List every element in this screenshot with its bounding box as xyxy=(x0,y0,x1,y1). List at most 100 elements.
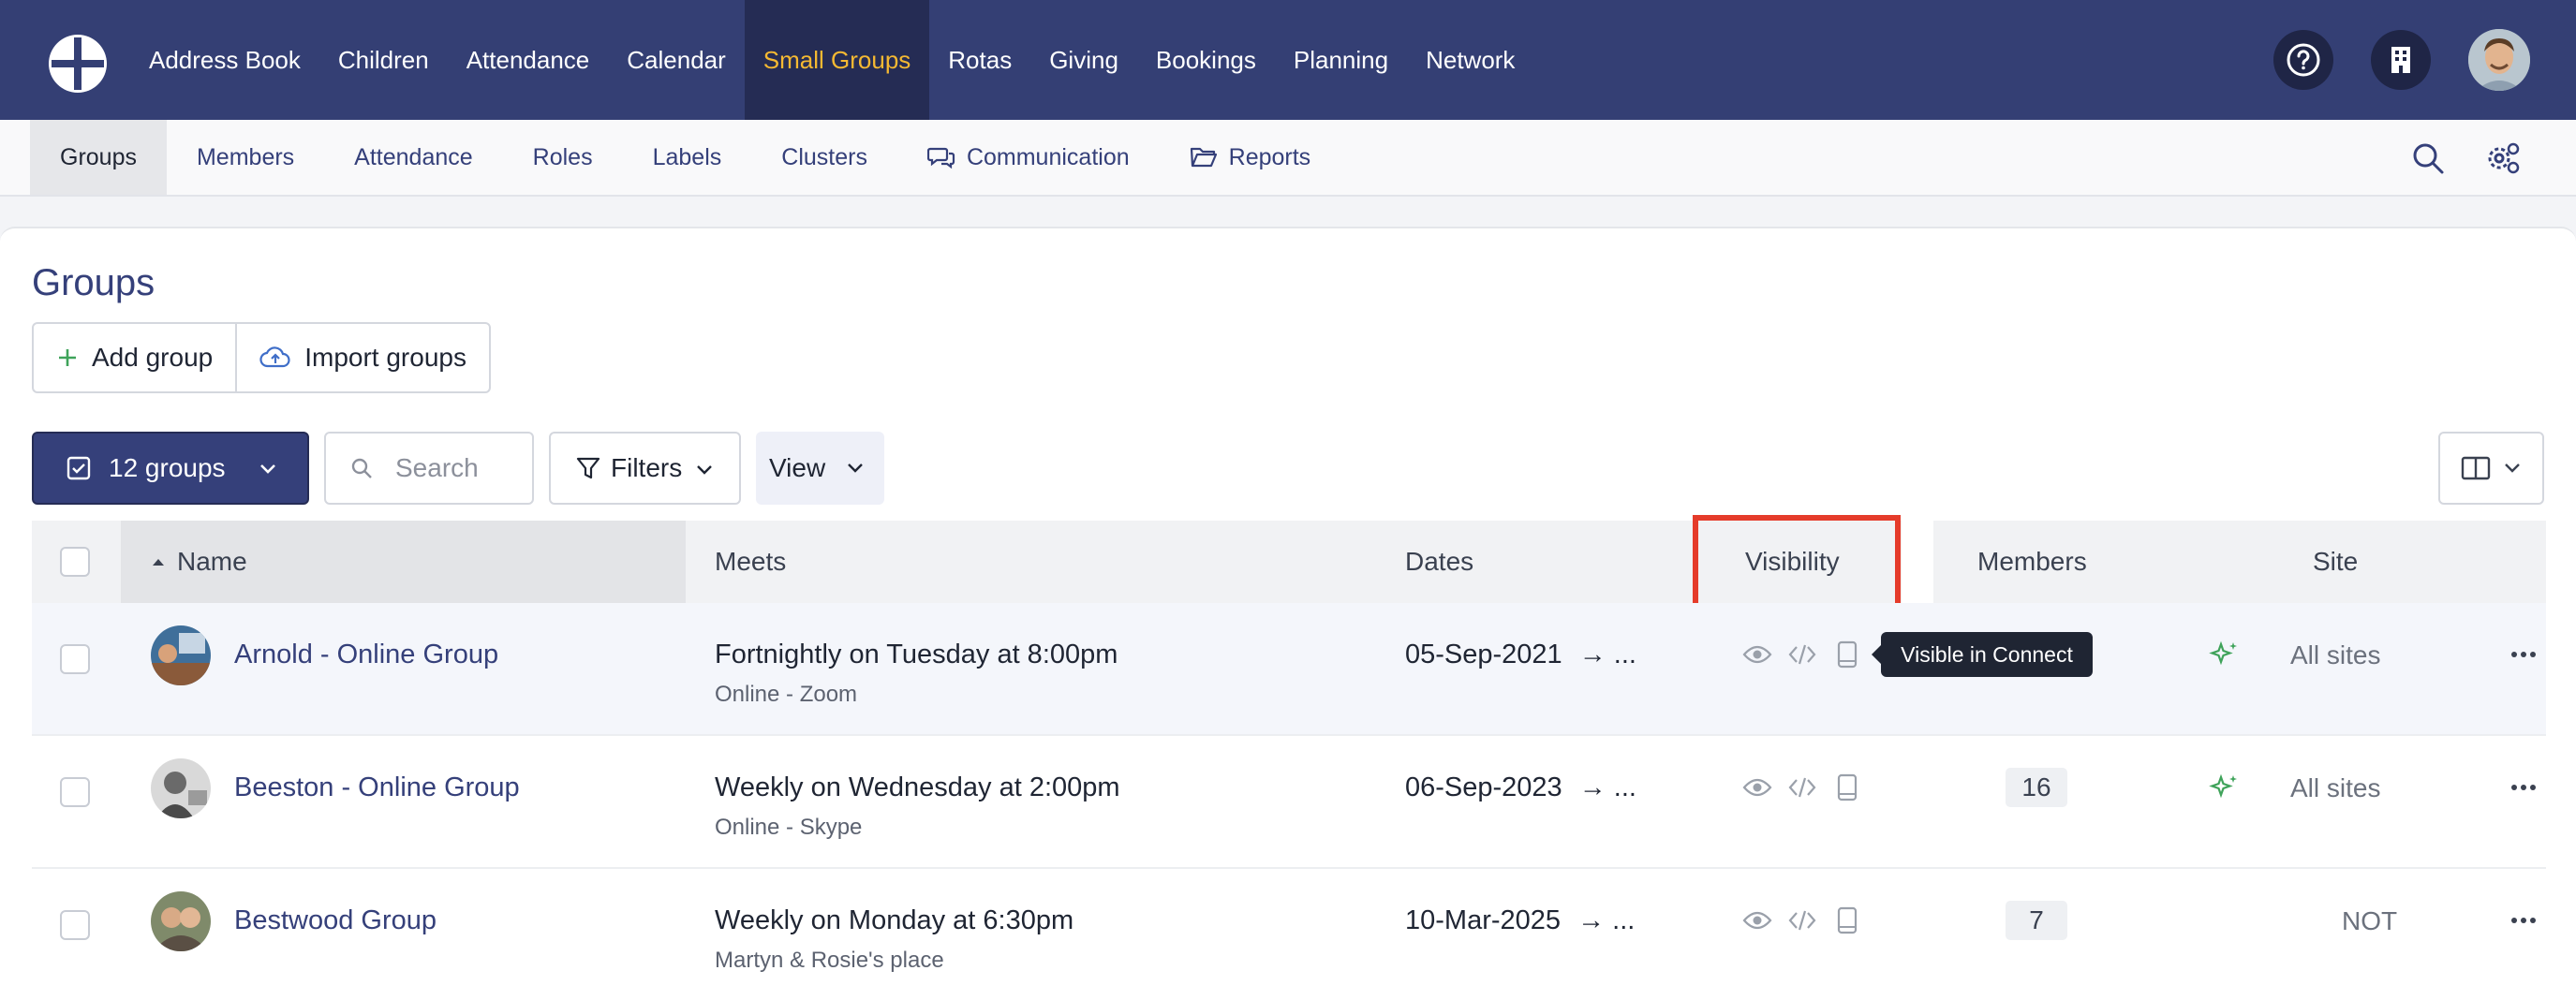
table-row[interactable]: Arnold - Online Group Fortnightly on Tue… xyxy=(32,603,2546,736)
group-name-link[interactable]: Arnold - Online Group xyxy=(234,640,498,670)
column-header-site[interactable]: Site xyxy=(2313,521,2358,603)
help-button[interactable] xyxy=(2273,30,2333,90)
columns-icon xyxy=(2461,456,2490,480)
site-value: NOT xyxy=(2342,906,2398,935)
table-row[interactable]: Bestwood Group Weekly on Monday at 6:30p… xyxy=(32,869,2546,1000)
church-logo-icon[interactable] xyxy=(46,32,110,96)
nav-item-attendance[interactable]: Attendance xyxy=(448,0,609,120)
tab-communication[interactable]: Communication xyxy=(897,120,1160,195)
select-all-checkbox-cell xyxy=(60,521,90,603)
select-all-checkbox[interactable] xyxy=(60,547,90,577)
row-actions-button[interactable] xyxy=(2505,639,2542,670)
group-name-link[interactable]: Bestwood Group xyxy=(234,905,437,936)
add-group-button[interactable]: Add group xyxy=(34,324,235,391)
date-continuation: → ... xyxy=(1577,905,1636,935)
column-layout-button[interactable] xyxy=(2438,432,2544,505)
import-groups-label: Import groups xyxy=(304,343,466,372)
nav-item-rotas[interactable]: Rotas xyxy=(929,0,1030,120)
eye-icon[interactable] xyxy=(1741,639,1773,670)
search-icon xyxy=(351,458,372,478)
row-checkbox-cell xyxy=(60,777,90,807)
row-checkbox[interactable] xyxy=(60,644,90,674)
chevron-down-icon xyxy=(260,464,275,474)
dates-range: 05-Sep-2021 → ... xyxy=(1405,640,1636,670)
header-gap xyxy=(1902,521,1933,603)
filters-button[interactable]: Filters xyxy=(549,432,741,505)
mobile-device-icon[interactable] xyxy=(1831,639,1863,670)
row-checkbox[interactable] xyxy=(60,910,90,940)
selection-count: 12 groups xyxy=(109,453,226,482)
import-groups-button[interactable]: Import groups xyxy=(235,324,489,391)
page-title: Groups xyxy=(32,262,155,303)
plus-icon xyxy=(59,349,76,366)
cloud-upload-icon xyxy=(259,346,290,368)
start-date: 06-Sep-2023 xyxy=(1405,772,1562,802)
row-actions-button[interactable] xyxy=(2505,904,2542,936)
nav-item-giving[interactable]: Giving xyxy=(1030,0,1137,120)
row-checkbox[interactable] xyxy=(60,777,90,807)
settings-button[interactable] xyxy=(2483,139,2523,178)
filters-label: Filters xyxy=(611,453,683,482)
date-continuation: → ... xyxy=(1578,772,1636,802)
column-header-members[interactable]: Members xyxy=(1977,521,2087,603)
tab-reports[interactable]: Reports xyxy=(1160,120,1341,195)
dates-range: 06-Sep-2023 → ... xyxy=(1405,772,1636,803)
nav-item-address-book[interactable]: Address Book xyxy=(130,0,319,120)
group-avatar xyxy=(151,625,211,685)
column-header-name-label: Name xyxy=(177,547,247,576)
embed-code-icon[interactable] xyxy=(1786,772,1818,803)
search-icon xyxy=(2413,143,2444,174)
chevron-down-icon xyxy=(2504,463,2520,473)
search-input[interactable] xyxy=(395,453,517,483)
column-header-dates[interactable]: Dates xyxy=(1405,521,1473,603)
group-actions: Add group Import groups xyxy=(32,322,491,393)
sparkle-icon xyxy=(2209,639,2241,670)
view-button[interactable]: View xyxy=(756,432,884,505)
visibility-highlight-box xyxy=(1693,515,1901,614)
organisation-button[interactable] xyxy=(2371,30,2431,90)
start-date: 10-Mar-2025 xyxy=(1405,905,1562,935)
user-avatar[interactable] xyxy=(2468,29,2530,91)
nav-item-small-groups[interactable]: Small Groups xyxy=(744,0,930,120)
building-icon xyxy=(2391,47,2410,73)
mobile-device-icon[interactable] xyxy=(1831,772,1863,803)
chevron-down-icon xyxy=(697,465,712,475)
eye-icon[interactable] xyxy=(1741,904,1773,936)
tab-members[interactable]: Members xyxy=(167,120,324,195)
nav-item-bookings[interactable]: Bookings xyxy=(1137,0,1275,120)
filter-icon xyxy=(576,457,600,479)
site-value: All sites xyxy=(2290,640,2381,669)
date-continuation: → ... xyxy=(1578,640,1636,669)
selection-dropdown[interactable]: 12 groups xyxy=(32,432,309,505)
embed-code-icon[interactable] xyxy=(1786,639,1818,670)
embed-code-icon[interactable] xyxy=(1786,904,1818,936)
tab-labels[interactable]: Labels xyxy=(623,120,752,195)
search-field[interactable] xyxy=(324,432,534,505)
group-name-link[interactable]: Beeston - Online Group xyxy=(234,772,520,803)
tab-clusters[interactable]: Clusters xyxy=(751,120,897,195)
chevron-down-icon xyxy=(848,463,863,473)
tab-communication-label: Communication xyxy=(966,143,1130,170)
help-icon xyxy=(2287,43,2320,77)
tab-roles[interactable]: Roles xyxy=(503,120,623,195)
meets-location: Online - Skype xyxy=(715,815,863,840)
mobile-device-icon[interactable] xyxy=(1831,904,1863,936)
table-row[interactable]: Beeston - Online Group Weekly on Wednesd… xyxy=(32,736,2546,869)
top-nav: Address Book Children Attendance Calenda… xyxy=(0,0,2576,120)
nav-item-network[interactable]: Network xyxy=(1407,0,1533,120)
meets-schedule: Fortnightly on Tuesday at 8:00pm xyxy=(715,640,1118,669)
sparkle-icon xyxy=(2209,772,2241,803)
group-avatar xyxy=(151,758,211,818)
tab-groups[interactable]: Groups xyxy=(30,120,167,195)
row-actions-button[interactable] xyxy=(2505,772,2542,803)
tab-attendance[interactable]: Attendance xyxy=(324,120,503,195)
column-header-meets[interactable]: Meets xyxy=(715,521,786,603)
search-button[interactable] xyxy=(2408,139,2448,178)
ellipsis-icon xyxy=(2511,918,2536,923)
dates-range: 10-Mar-2025 → ... xyxy=(1405,905,1635,936)
nav-item-children[interactable]: Children xyxy=(319,0,448,120)
nav-item-planning[interactable]: Planning xyxy=(1275,0,1407,120)
eye-icon[interactable] xyxy=(1741,772,1773,803)
nav-item-calendar[interactable]: Calendar xyxy=(608,0,745,120)
column-header-name[interactable]: Name xyxy=(121,521,686,603)
